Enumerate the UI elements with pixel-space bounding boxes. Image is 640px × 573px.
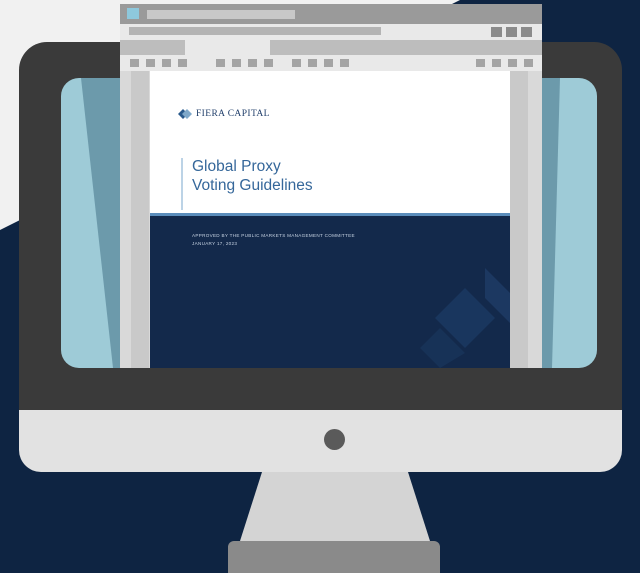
logo-mark-icon xyxy=(178,109,192,119)
bookmark-item[interactable] xyxy=(130,59,139,67)
decorative-diamonds xyxy=(420,268,510,368)
fiera-logo: FIERA CAPITAL xyxy=(178,106,270,122)
bookmark-item[interactable] xyxy=(216,59,225,67)
viewer-gutter-left xyxy=(131,71,149,368)
approved-line: APPROVED BY THE PUBLIC MARKETS MANAGEMEN… xyxy=(192,233,355,238)
toolbar-button-2[interactable] xyxy=(506,27,517,37)
nav-left-block[interactable] xyxy=(120,40,185,55)
bookmark-item[interactable] xyxy=(508,59,517,67)
bookmark-item[interactable] xyxy=(524,59,533,67)
nav-right-block[interactable] xyxy=(270,40,542,55)
title-line-2: Voting Guidelines xyxy=(192,177,313,194)
document-title: Global Proxy Voting Guidelines xyxy=(192,157,432,195)
title-line-1: Global Proxy xyxy=(192,158,281,175)
bookmark-item[interactable] xyxy=(324,59,333,67)
bookmark-item[interactable] xyxy=(476,59,485,67)
tab-favicon-icon xyxy=(127,8,139,19)
bookmark-item[interactable] xyxy=(292,59,301,67)
approval-text: APPROVED BY THE PUBLIC MARKETS MANAGEMEN… xyxy=(192,232,492,248)
monitor-base xyxy=(228,541,440,573)
bookmark-item[interactable] xyxy=(146,59,155,67)
title-accent-rule xyxy=(181,158,183,210)
bookmark-item[interactable] xyxy=(308,59,317,67)
bookmark-item[interactable] xyxy=(248,59,257,67)
viewer-scrollbar[interactable] xyxy=(510,71,528,368)
tab-title-placeholder[interactable] xyxy=(147,10,295,19)
date-line: JANUARY 17, 2023 xyxy=(192,241,238,246)
bookmark-item[interactable] xyxy=(178,59,187,67)
bookmark-item[interactable] xyxy=(162,59,171,67)
toolbar-button-3[interactable] xyxy=(521,27,532,37)
toolbar-button-1[interactable] xyxy=(491,27,502,37)
bookmark-item[interactable] xyxy=(340,59,349,67)
bookmark-item[interactable] xyxy=(264,59,273,67)
bookmark-item[interactable] xyxy=(492,59,501,67)
logo-text: FIERA CAPITAL xyxy=(196,109,270,119)
address-bar[interactable] xyxy=(129,27,381,35)
bookmark-item[interactable] xyxy=(232,59,241,67)
